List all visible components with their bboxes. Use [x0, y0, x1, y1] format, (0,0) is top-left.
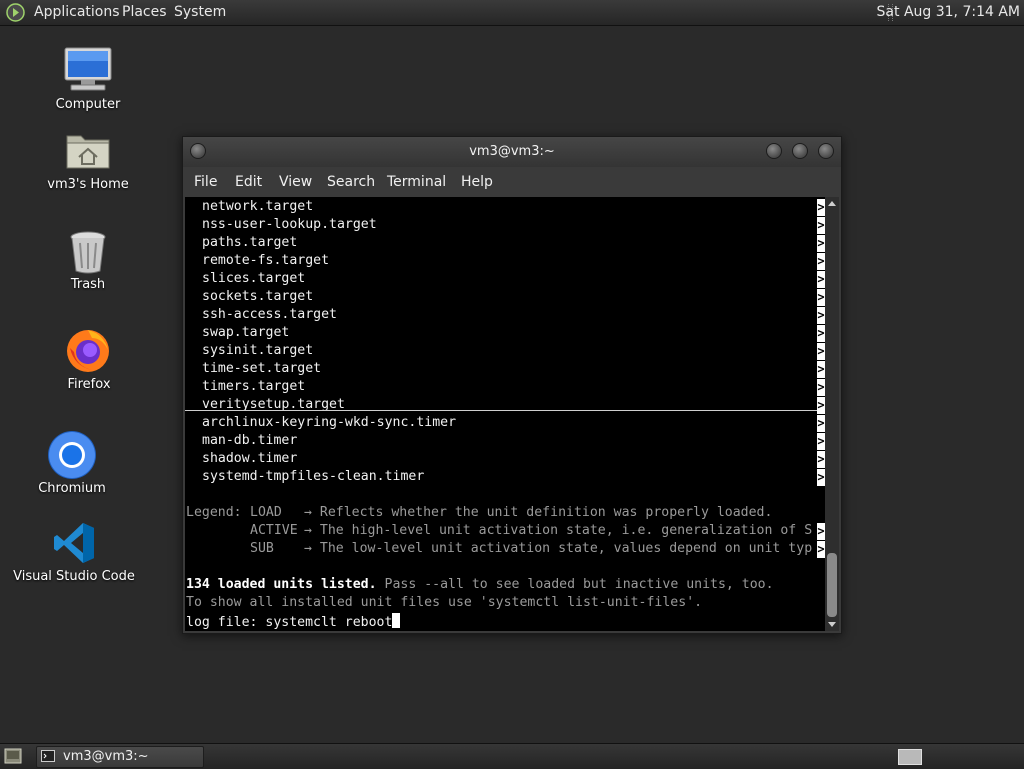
truncation-marker: >: [817, 469, 825, 486]
applications-menu[interactable]: Applications: [34, 4, 120, 20]
truncation-marker: >: [817, 451, 825, 468]
workspace-switcher[interactable]: [898, 749, 922, 765]
truncation-marker: >: [817, 289, 825, 306]
terminal-line: time-set.target: [202, 361, 322, 376]
window-title: vm3@vm3:~: [469, 144, 555, 159]
truncation-marker: >: [817, 397, 825, 414]
terminal-line: paths.target: [202, 235, 298, 250]
truncation-marker: >: [817, 343, 825, 360]
menu-help[interactable]: Help: [461, 174, 493, 190]
menu-terminal[interactable]: Terminal: [387, 174, 446, 190]
truncation-marker: >: [817, 361, 825, 378]
menu-edit[interactable]: Edit: [235, 174, 262, 190]
maximize-button[interactable]: [792, 143, 808, 159]
window-menubar: File Edit View Search Terminal Help: [183, 167, 841, 197]
top-panel: Applications Places System Sat Aug 31, 7…: [0, 0, 1024, 26]
places-menu[interactable]: Places: [122, 4, 167, 20]
minimize-button[interactable]: [766, 143, 782, 159]
terminal-line: archlinux-keyring-wkd-sync.timer: [202, 415, 457, 430]
close-button[interactable]: [818, 143, 834, 159]
terminal-window: vm3@vm3:~ File Edit View Search Terminal…: [182, 136, 842, 634]
truncation-marker: >: [817, 325, 825, 342]
truncation-marker: >: [817, 415, 825, 432]
system-menu[interactable]: System: [174, 4, 226, 20]
legend-load-text: → Reflects whether the unit definition w…: [304, 505, 773, 520]
clock[interactable]: Sat Aug 31, 7:14 AM: [877, 4, 1020, 20]
menu-file[interactable]: File: [194, 174, 217, 190]
terminal-line: swap.target: [202, 325, 290, 340]
summary-count: 134 loaded units listed.: [186, 577, 377, 592]
taskbar-terminal-button[interactable]: vm3@vm3:~: [36, 746, 204, 768]
distro-logo-icon[interactable]: [6, 3, 25, 22]
desktop-icon-label: Computer: [55, 97, 121, 112]
show-desktop-icon[interactable]: [4, 748, 22, 764]
menu-search[interactable]: Search: [327, 174, 375, 190]
legend-active-key: ACTIVE: [250, 523, 298, 538]
terminal-line: shadow.timer: [202, 451, 298, 466]
desktop-icon-label: Chromium: [38, 481, 106, 496]
legend-sub-key: SUB: [250, 541, 274, 556]
summary-line: 134 loaded units listed. Pass --all to s…: [186, 577, 774, 595]
legend-load-key: LOAD: [250, 505, 282, 520]
truncation-marker: >: [817, 253, 825, 270]
truncation-marker: >: [817, 523, 825, 540]
summary-rest: Pass --all to see loaded but inactive un…: [376, 577, 774, 592]
desktop-icon-label: vm3's Home: [47, 177, 129, 192]
terminal-line: veritysetup.target: [202, 397, 345, 412]
firefox-icon: [67, 330, 109, 372]
terminal-line: nss-user-lookup.target: [202, 217, 377, 232]
truncation-marker: >: [817, 271, 825, 288]
truncation-marker: >: [817, 433, 825, 450]
terminal-line: man-db.timer: [202, 433, 298, 448]
scroll-down-arrow-icon[interactable]: [828, 622, 836, 627]
prompt-line[interactable]: log file: systemclt reboot: [186, 613, 401, 631]
truncation-marker: >: [817, 307, 825, 324]
chromium-icon: [48, 431, 96, 479]
legend-prefix: Legend:: [186, 505, 242, 520]
computer-icon: [64, 47, 112, 91]
terminal-line: sysinit.target: [202, 343, 314, 358]
truncation-marker: >: [817, 235, 825, 252]
terminal-line: ssh-access.target: [202, 307, 337, 322]
trash-icon: [70, 231, 106, 274]
home-folder-icon: [66, 135, 110, 169]
hint-line: To show all installed unit files use 'sy…: [186, 595, 703, 610]
text-cursor: [392, 613, 401, 628]
truncation-marker: >: [817, 379, 825, 396]
truncation-marker: >: [817, 199, 825, 216]
terminal-line: sockets.target: [202, 289, 314, 304]
truncation-marker: >: [817, 217, 825, 234]
taskbar-task-label: vm3@vm3:~: [63, 749, 149, 764]
window-titlebar[interactable]: vm3@vm3:~: [183, 137, 841, 167]
legend-active-text: → The high-level unit activation state, …: [304, 523, 813, 538]
terminal-output[interactable]: network.target nss-user-lookup.target pa…: [185, 197, 825, 631]
terminal-line: timers.target: [202, 379, 306, 394]
terminal-line: slices.target: [202, 271, 306, 286]
menu-view[interactable]: View: [279, 174, 312, 190]
desktop-icon-label: Trash: [70, 277, 106, 292]
desktop-icon-label: Visual Studio Code: [13, 569, 135, 584]
scroll-up-arrow-icon[interactable]: [828, 201, 836, 206]
desktop-icon-label: Firefox: [67, 377, 111, 392]
terminal-line: remote-fs.target: [202, 253, 330, 268]
terminal-line: systemd-tmpfiles-clean.timer: [202, 469, 425, 484]
terminal-line: network.target: [202, 199, 314, 214]
legend-sub-text: → The low-level unit activation state, v…: [304, 541, 813, 556]
bottom-panel: vm3@vm3:~: [0, 743, 1024, 769]
truncation-marker: >: [817, 541, 825, 558]
section-divider: [185, 410, 825, 411]
terminal-icon: [41, 750, 55, 762]
prompt-text: log file: systemclt reboot: [186, 615, 393, 630]
scrollbar-thumb[interactable]: [827, 553, 837, 617]
vscode-icon: [54, 523, 94, 563]
vertical-scrollbar[interactable]: [825, 197, 839, 631]
